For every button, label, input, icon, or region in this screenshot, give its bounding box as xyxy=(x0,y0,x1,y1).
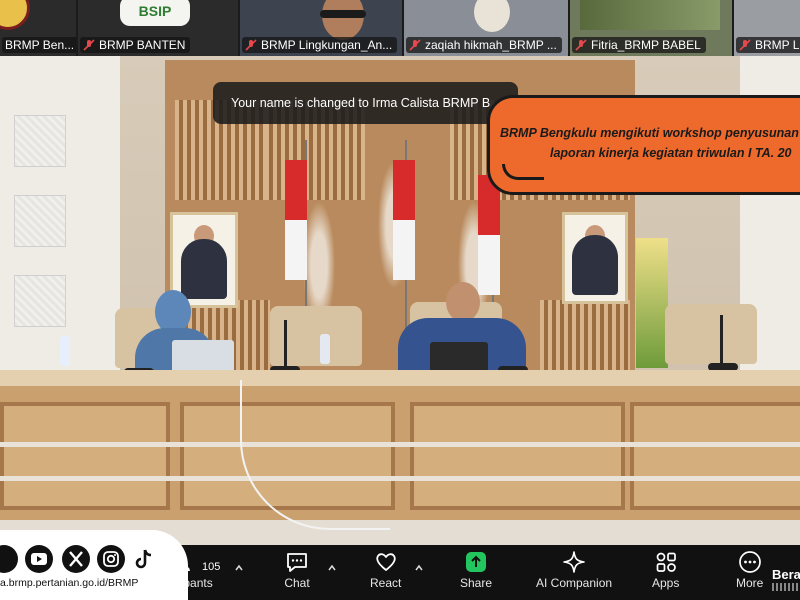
chat-icon xyxy=(287,553,307,572)
org-logo-icon xyxy=(0,0,30,30)
flag xyxy=(285,160,307,280)
mic-muted-icon xyxy=(739,39,751,51)
participant-name: zaqiah hikmah_BRMP ... xyxy=(425,38,557,52)
participant-tile[interactable]: Fitria_BRMP BABEL xyxy=(570,0,732,56)
participant-tile[interactable]: BRMP Lingkungan_An... xyxy=(240,0,402,56)
participant-name: BRMP Lingkungan_An... xyxy=(261,38,393,52)
apps-icon xyxy=(656,552,676,572)
participant-strip: BRMP Ben... BSIP BRMP BANTEN BRMP Lingku… xyxy=(0,0,800,56)
instagram-icon xyxy=(97,545,125,573)
brand-watermark: Bera xyxy=(772,567,800,582)
share-label: Share xyxy=(460,576,493,590)
ai-companion-button[interactable]: AI Companion xyxy=(536,549,612,590)
website-url: a.brmp.pertanian.go.id/BRMP xyxy=(0,577,139,589)
flag xyxy=(478,175,500,295)
chevron-up-icon[interactable] xyxy=(234,563,244,573)
event-caption-banner: BRMP Bengkulu mengikuti workshop penyusu… xyxy=(487,95,800,195)
wall-left xyxy=(0,55,120,385)
share-button[interactable]: Share xyxy=(460,549,492,590)
banner-line-1: BRMP Bengkulu mengikuti workshop penyusu… xyxy=(500,126,799,140)
participant-name: BRMP L xyxy=(755,38,800,52)
participant-name: BRMP Ben... xyxy=(5,38,75,52)
flag xyxy=(393,160,415,280)
brand-tagline xyxy=(772,583,800,591)
participant-tile[interactable]: BRMP L xyxy=(734,0,800,56)
react-button[interactable]: React xyxy=(370,549,401,590)
participant-video xyxy=(322,0,364,40)
banner-line-2: laporan kinerja kegiatan triwulan I TA. … xyxy=(550,146,792,160)
chevron-up-icon[interactable] xyxy=(327,563,337,573)
participant-tile[interactable]: BRMP Ben... xyxy=(0,0,76,56)
portrait-vice-president xyxy=(562,212,628,304)
participant-video xyxy=(474,0,510,32)
chevron-up-icon[interactable] xyxy=(414,563,424,573)
mic-muted-icon xyxy=(245,39,257,51)
facebook-icon xyxy=(0,545,18,573)
youtube-icon xyxy=(25,545,53,573)
more-button[interactable]: More xyxy=(736,549,763,590)
social-media-overlay: a.brmp.pertanian.go.id/BRMP xyxy=(0,530,188,600)
rename-notification: Your name is changed to Irma Calista BRM… xyxy=(213,82,518,124)
participant-video xyxy=(580,0,720,30)
participant-name: Fitria_BRMP BABEL xyxy=(591,38,701,52)
chat-button[interactable]: Chat xyxy=(284,549,310,590)
participant-tile[interactable]: BSIP BRMP BANTEN xyxy=(78,0,238,56)
sparkle-icon xyxy=(563,551,585,573)
participant-name: BRMP BANTEN xyxy=(99,38,186,52)
apps-button[interactable]: Apps xyxy=(652,549,679,590)
wall-poster xyxy=(636,238,668,368)
mic-muted-icon xyxy=(575,39,587,51)
banner-swoosh xyxy=(502,164,544,180)
react-label: React xyxy=(370,576,402,590)
notification-text: Your name is changed to Irma Calista BRM… xyxy=(231,96,491,110)
mic-muted-icon xyxy=(409,39,421,51)
more-label: More xyxy=(736,576,764,590)
mic-muted-icon xyxy=(83,39,95,51)
chat-label: Chat xyxy=(284,576,310,590)
bsip-logo: BSIP xyxy=(120,0,190,26)
heart-icon xyxy=(375,553,396,571)
x-twitter-icon xyxy=(62,545,90,573)
apps-label: Apps xyxy=(652,576,680,590)
ai-companion-label: AI Companion xyxy=(536,576,613,590)
share-screen-icon xyxy=(466,552,487,572)
tiktok-icon xyxy=(130,545,158,573)
laptop xyxy=(172,340,234,374)
participant-tile[interactable]: zaqiah hikmah_BRMP ... xyxy=(404,0,568,56)
more-icon xyxy=(738,551,761,573)
